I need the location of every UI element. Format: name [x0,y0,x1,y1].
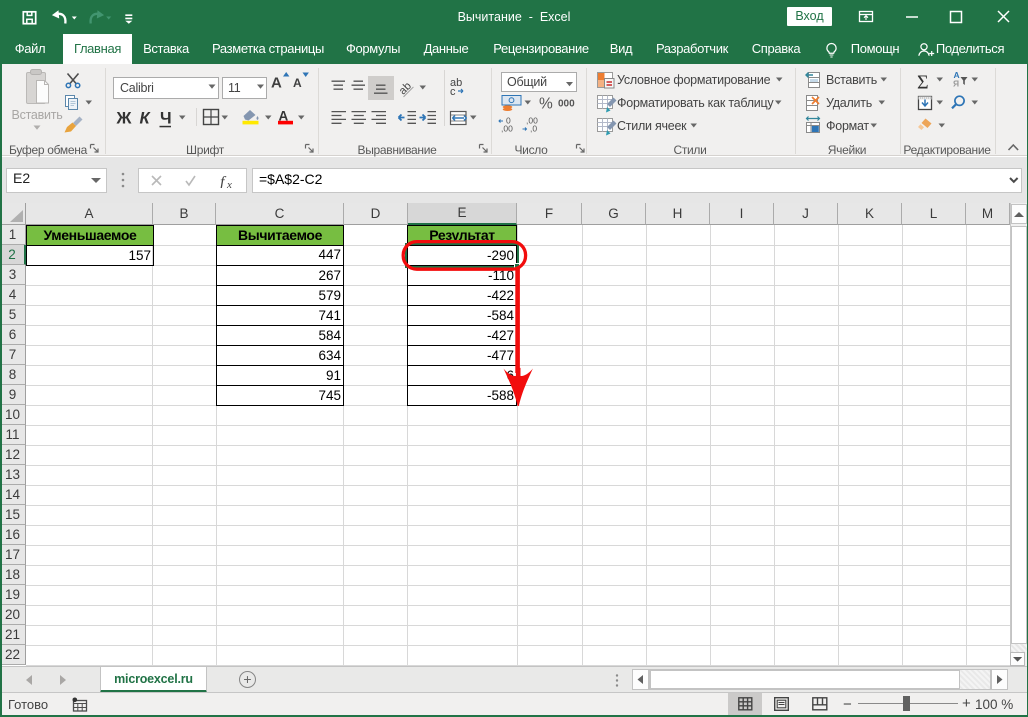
svg-text:А: А [293,76,302,90]
svg-text:А: А [271,75,282,92]
svg-text:К: К [140,110,152,128]
svg-text:c: c [450,86,456,98]
svg-text:,00: ,00 [501,124,513,134]
svg-text:000: 000 [558,99,575,110]
svg-text:,0: ,0 [530,124,537,134]
svg-text:Я: Я [953,79,959,89]
svg-text:Ж: Ж [116,110,132,128]
svg-text:%: % [539,96,553,113]
svg-text:Ч: Ч [160,110,172,128]
svg-text:Σ: Σ [917,72,929,94]
svg-text:x: x [226,179,232,188]
svg-text:f: f [220,174,227,188]
